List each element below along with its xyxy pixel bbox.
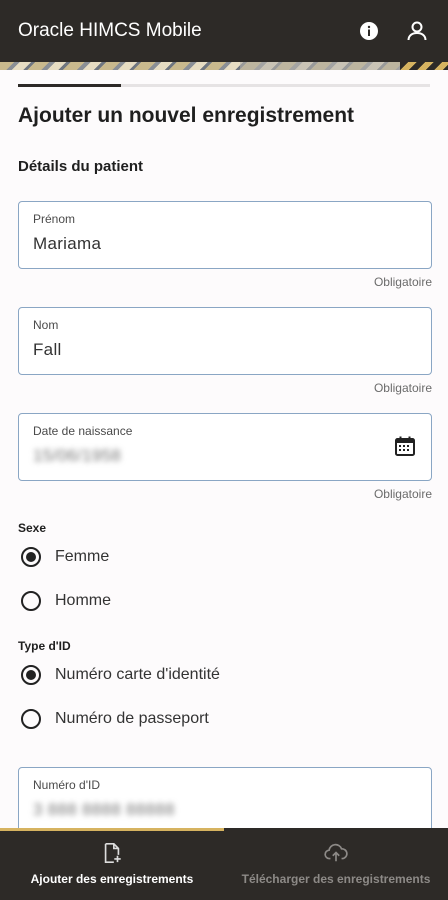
radio-passport-button[interactable]: [21, 709, 41, 729]
decorative-banner: [0, 62, 448, 70]
person-icon[interactable]: [404, 18, 430, 44]
add-file-icon: [104, 843, 121, 863]
first-name-field[interactable]: Prénom Mariama: [18, 201, 432, 269]
page-title: Ajouter un nouvel enregistrement: [18, 104, 355, 127]
birth-date-field[interactable]: Date de naissance 15/06/1958: [18, 413, 432, 481]
app-bar: Oracle HIMCS Mobile: [0, 0, 448, 62]
calendar-icon[interactable]: [393, 434, 417, 458]
first-name-helper: Obligatoire: [373, 275, 432, 289]
radio-passport[interactable]: Numéro de passeport: [18, 697, 432, 741]
first-name-value: Mariama: [33, 234, 102, 253]
radio-id-card[interactable]: Numéro carte d'identité: [18, 653, 432, 697]
id-number-value: 3 888 8888 88888: [33, 800, 175, 819]
first-name-label: Prénom: [33, 212, 76, 226]
nav-upload-records-label: Télécharger des enregistrements: [241, 872, 431, 886]
nav-add-records-label: Ajouter des enregistrements: [30, 872, 194, 886]
birth-date-helper: Obligatoire: [373, 487, 432, 501]
section-title: Détails du patient: [18, 158, 144, 175]
sex-group-label: Sexe: [18, 521, 47, 535]
id-type-group-label: Type d'ID: [18, 639, 71, 653]
radio-male[interactable]: Homme: [18, 579, 432, 623]
radio-id-card-label: Numéro carte d'identité: [55, 666, 220, 683]
radio-female[interactable]: Femme: [18, 535, 432, 579]
form-progress-fill: [18, 84, 121, 87]
cloud-upload-icon: [324, 843, 348, 862]
form-content: Ajouter un nouvel enregistrement Détails…: [18, 104, 432, 835]
info-icon[interactable]: [356, 18, 382, 44]
id-number-field[interactable]: Numéro d'ID 3 888 8888 88888: [18, 767, 432, 835]
birth-date-value: 15/06/1958: [33, 446, 122, 465]
radio-male-button[interactable]: [21, 591, 41, 611]
last-name-label: Nom: [33, 318, 59, 332]
last-name-value: Fall: [33, 340, 62, 359]
form-progress-bar: [18, 84, 430, 87]
radio-female-label: Femme: [55, 548, 110, 565]
bottom-navigation: Ajouter des enregistrements Télécharger …: [0, 828, 448, 900]
last-name-field[interactable]: Nom Fall: [18, 307, 432, 375]
id-number-label: Numéro d'ID: [33, 778, 100, 792]
radio-female-button[interactable]: [21, 547, 41, 567]
birth-date-label: Date de naissance: [33, 424, 133, 438]
radio-male-label: Homme: [55, 592, 112, 609]
radio-id-card-button[interactable]: [21, 665, 41, 685]
radio-passport-label: Numéro de passeport: [55, 710, 209, 727]
app-title: Oracle HIMCS Mobile: [18, 20, 202, 41]
nav-add-records[interactable]: Ajouter des enregistrements: [0, 828, 224, 900]
last-name-helper: Obligatoire: [373, 381, 432, 395]
nav-upload-records[interactable]: Télécharger des enregistrements: [224, 828, 448, 900]
